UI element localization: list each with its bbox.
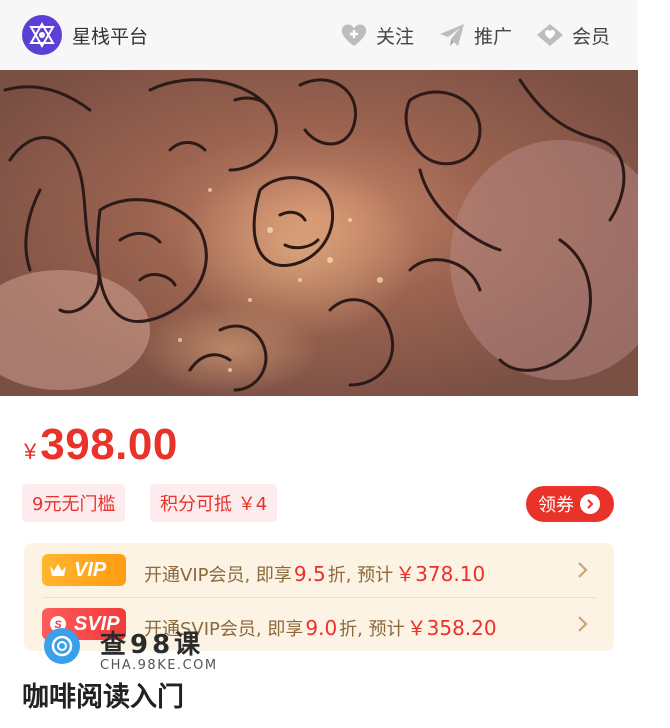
vip-estimated-price: ￥378.10 (395, 562, 486, 586)
nav-follow-label: 关注 (376, 25, 415, 48)
course-price: ¥ 398.00 (24, 420, 178, 470)
currency-symbol: ¥ (24, 439, 37, 464)
vip-offer-text: 开通VIP会员, 即享 9.5 折, 预计 ￥378.10 (144, 558, 485, 587)
price-value: 398.00 (40, 420, 178, 469)
vip-offer-prefix: 开通VIP会员, 即享 (144, 565, 292, 586)
vip-badge: VIP (42, 554, 126, 586)
vip-offer-row[interactable]: VIP 开通VIP会员, 即享 9.5 折, 预计 ￥378.10 (24, 543, 614, 597)
heart-plus-icon (340, 22, 368, 48)
tag-no-threshold[interactable]: 9元无门槛 (22, 484, 126, 522)
nav-promote-button[interactable]: 推广 (438, 20, 512, 50)
crown-icon (48, 560, 68, 580)
svip-discount: 9.0 (305, 616, 338, 640)
vip-offer-mid: 折, 预计 (327, 565, 394, 586)
chevron-right-icon (578, 562, 588, 578)
brand-logo-icon[interactable] (22, 15, 62, 55)
chevron-right-icon (578, 616, 588, 632)
svip-estimated-price: ￥358.20 (406, 616, 497, 640)
get-coupon-button[interactable]: 领券 (526, 486, 614, 522)
watermark-logo-icon (44, 628, 80, 664)
nav-member-label: 会员 (572, 25, 611, 48)
diamond-heart-icon (536, 22, 564, 48)
nav-promote-label: 推广 (474, 25, 513, 48)
course-title: 咖啡阅读入门 (22, 682, 184, 713)
vip-badge-label: VIP (74, 558, 107, 581)
brand-name[interactable]: 星栈平台 (72, 22, 148, 49)
watermark-url: CHA.98KE.COM (100, 658, 218, 673)
watermark: 查98课 CHA.98KE.COM (44, 624, 224, 678)
svip-offer-mid: 折, 预计 (339, 619, 405, 640)
nav-follow-button[interactable]: 关注 (340, 20, 414, 50)
paper-plane-icon (438, 22, 466, 48)
watermark-title: 查98课 (100, 630, 205, 660)
nav-member-button[interactable]: 会员 (536, 20, 610, 50)
tag-points-deduction[interactable]: 积分可抵 ￥4 (150, 484, 278, 522)
course-banner-image (0, 70, 638, 396)
top-header: 星栈平台 关注 推广 会员 (0, 0, 638, 70)
chevron-right-icon (580, 494, 600, 514)
page: 星栈平台 关注 推广 会员 ¥ 398.00 9元无门槛 积分可抵 ￥4 领券 … (0, 0, 638, 728)
get-coupon-label: 领券 (538, 495, 574, 516)
vip-discount: 9.5 (293, 562, 326, 586)
